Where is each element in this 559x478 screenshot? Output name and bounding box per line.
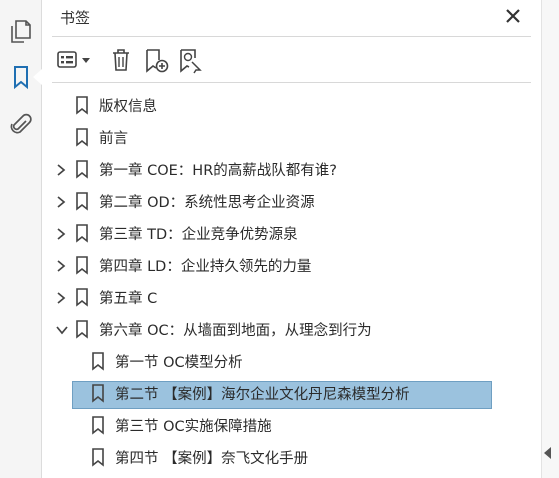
find-bookmark-icon[interactable] (176, 46, 204, 74)
bookmark-item[interactable]: 前言 (74, 123, 128, 151)
bookmark-label: 第三章 TD：企业竞争优势源泉 (99, 226, 298, 243)
bookmark-icon (74, 223, 90, 243)
chevron-right-icon[interactable] (55, 258, 67, 272)
bookmark-icon (74, 159, 90, 179)
bookmark-label: 前言 (99, 130, 128, 147)
bookmark-item[interactable]: 第四章 LD：企业持久领先的力量 (74, 251, 311, 279)
bookmark-label: 第四节 【案例】奈飞文化手册 (115, 450, 309, 467)
bookmark-label: 第五章 C (99, 290, 158, 307)
close-icon[interactable] (503, 6, 523, 26)
bookmark-item[interactable]: 第五章 C (74, 283, 157, 311)
navigation-sidebar (0, 0, 42, 478)
bookmark-icon (74, 95, 90, 115)
active-panel-caret (33, 69, 42, 85)
options-menu-button[interactable] (56, 46, 96, 74)
panel-title: 书签 (60, 9, 91, 27)
delete-bookmark-icon[interactable] (108, 46, 134, 74)
bookmark-item[interactable]: 第一章 COE：HR的高薪战队都有谁? (74, 155, 337, 183)
bookmark-icon (74, 319, 90, 339)
attachments-icon[interactable] (8, 111, 34, 137)
scroll-region[interactable] (541, 0, 559, 478)
bookmark-label: 第二节 【案例】海尔企业文化丹尼森模型分析 (115, 386, 410, 403)
bookmark-subitem[interactable]: 第二节 【案例】海尔企业文化丹尼森模型分析 (90, 379, 410, 407)
bookmark-item[interactable]: 第六章 OC：从墙面到地面，从理念到行为 (74, 315, 372, 343)
chevron-right-icon[interactable] (55, 194, 67, 208)
bookmark-icon (74, 255, 90, 275)
bookmark-item[interactable]: 第二章 OD：系统性思考企业资源 (74, 187, 315, 215)
bookmark-item[interactable]: 版权信息 (74, 91, 157, 119)
bookmark-icon (90, 383, 106, 403)
bookmark-label: 第六章 OC：从墙面到地面，从理念到行为 (99, 322, 372, 339)
bookmark-icon (90, 415, 106, 435)
chevron-right-icon[interactable] (55, 226, 67, 240)
divider (52, 82, 531, 83)
chevron-down-icon[interactable] (55, 322, 68, 336)
bookmark-icon (90, 447, 106, 467)
bookmark-label: 第四章 LD：企业持久领先的力量 (99, 258, 312, 275)
bookmark-icon (74, 287, 90, 307)
bookmark-subitem[interactable]: 第四节 【案例】奈飞文化手册 (90, 443, 308, 471)
bookmark-icon (90, 351, 106, 371)
bookmark-subitem[interactable]: 第一节 OC模型分析 (90, 347, 243, 375)
bookmarks-icon[interactable] (8, 64, 34, 90)
new-bookmark-icon[interactable] (142, 46, 170, 74)
divider (52, 36, 531, 37)
bookmark-label: 版权信息 (99, 98, 157, 115)
bookmark-icon (74, 127, 90, 147)
collapse-panel-arrow[interactable] (544, 447, 551, 459)
bookmark-subitem[interactable]: 第三节 OC实施保障措施 (90, 411, 272, 439)
chevron-right-icon[interactable] (55, 290, 67, 304)
bookmark-label: 第一节 OC模型分析 (115, 354, 243, 371)
bookmark-icon (74, 191, 90, 211)
bookmark-label: 第三节 OC实施保障措施 (115, 418, 272, 435)
page-thumbnails-icon[interactable] (8, 18, 34, 44)
bookmark-label: 第二章 OD：系统性思考企业资源 (99, 194, 315, 211)
chevron-right-icon[interactable] (55, 162, 67, 176)
bookmark-item[interactable]: 第三章 TD：企业竞争优势源泉 (74, 219, 298, 247)
bookmark-label: 第一章 COE：HR的高薪战队都有谁? (99, 162, 337, 179)
